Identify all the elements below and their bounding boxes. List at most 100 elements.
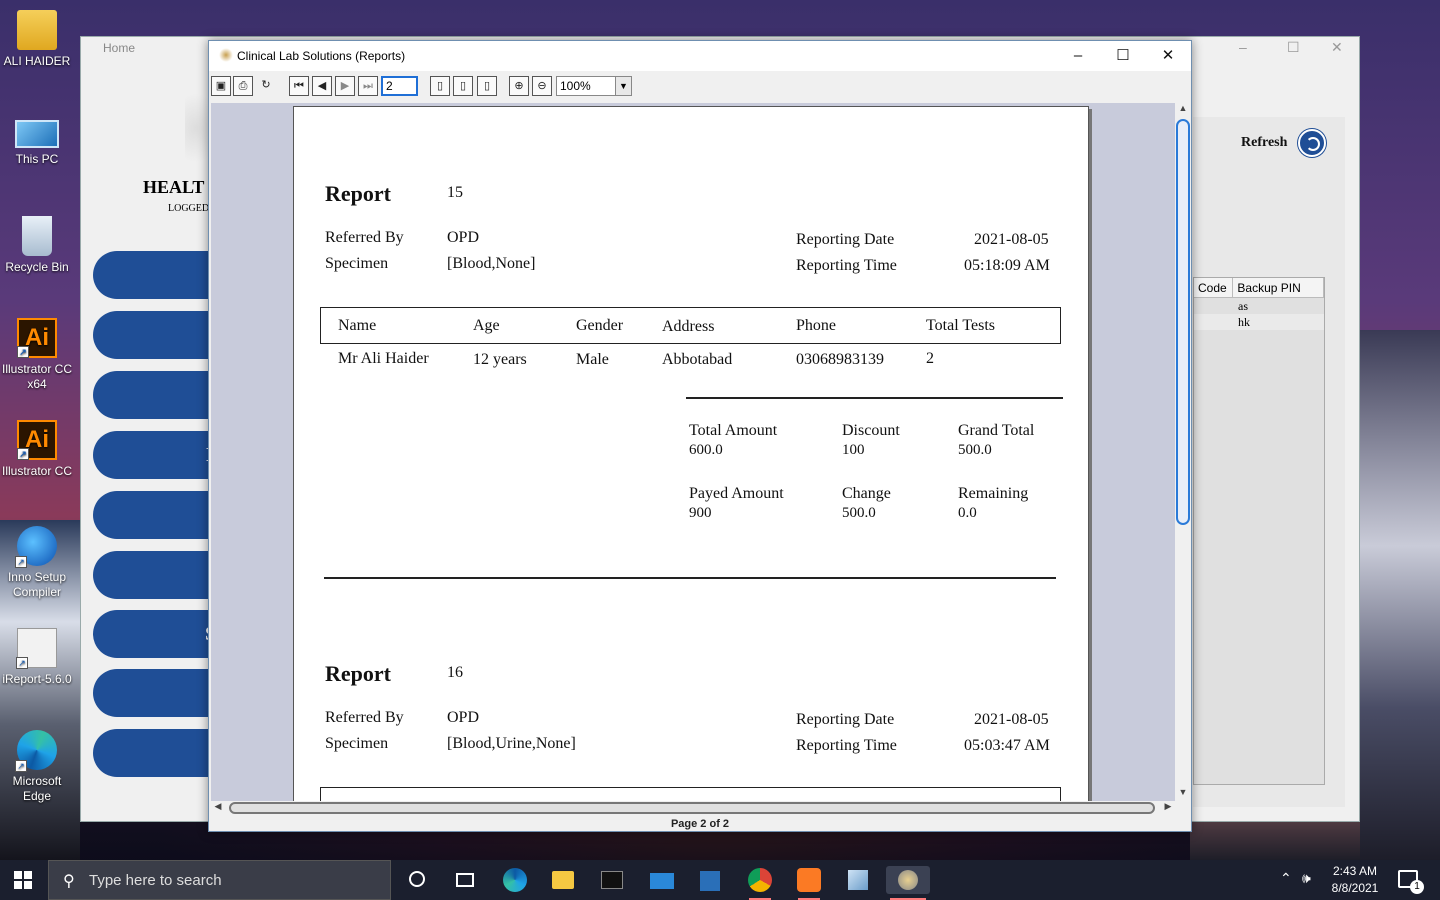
ireport-icon: ↗: [16, 628, 57, 669]
shortcut-arrow-icon: ↗: [17, 448, 29, 460]
java-app-icon[interactable]: [886, 866, 930, 900]
reload-icon[interactable]: ↻: [256, 76, 276, 96]
volume-icon[interactable]: 🕪: [1302, 870, 1311, 887]
next-page-icon[interactable]: ▶: [335, 76, 355, 96]
table-cell: [1194, 314, 1234, 330]
referred-by-value: OPD: [447, 229, 480, 246]
shortcut-arrow-icon: ↗: [17, 346, 29, 358]
store-icon[interactable]: [695, 866, 725, 894]
taskbar-search[interactable]: ⚲ Type here to search: [48, 860, 391, 900]
print-icon[interactable]: ⎙: [233, 76, 253, 96]
xampp-icon[interactable]: [794, 866, 824, 900]
scroll-thumb[interactable]: [229, 802, 1155, 814]
desktop-icon-illustrator-x64[interactable]: Ai ↗ Illustrator CC x64: [2, 318, 72, 392]
desktop-icon-recycle-bin[interactable]: Recycle Bin: [2, 216, 72, 275]
refresh-icon[interactable]: [1298, 129, 1326, 157]
grand-total-label: Grand Total: [958, 422, 1035, 439]
referred-by-label: Referred By: [325, 709, 404, 726]
desktop-icon-label: Illustrator CC: [2, 464, 73, 478]
scroll-thumb[interactable]: [1176, 119, 1190, 525]
app-icon: [219, 48, 233, 62]
notification-count: 1: [1410, 880, 1424, 894]
notification-icon[interactable]: 1: [1398, 870, 1424, 894]
horizontal-scrollbar[interactable]: ◀ ▶: [211, 801, 1175, 815]
clock[interactable]: 2:43 AM 8/8/2021: [1326, 863, 1384, 897]
column-header: Gender: [576, 317, 624, 334]
zoom-out-icon[interactable]: ⊖: [532, 76, 552, 96]
close-button[interactable]: ✕: [1145, 41, 1191, 71]
table-row[interactable]: hk: [1194, 314, 1324, 330]
total-amount-label: Total Amount: [689, 422, 778, 439]
mail-icon[interactable]: [647, 866, 677, 894]
referred-by-label: Referred By: [325, 229, 404, 246]
desktop-icon-edge[interactable]: ↗ Microsoft Edge: [2, 730, 72, 804]
inno-setup-icon: ↗: [15, 526, 57, 568]
scroll-down-icon[interactable]: ▼: [1175, 787, 1191, 801]
fit-width-icon[interactable]: ▯: [477, 76, 497, 96]
actual-size-icon[interactable]: ▯: [430, 76, 450, 96]
clock-date: 8/8/2021: [1331, 881, 1379, 895]
save-icon[interactable]: ▣: [211, 76, 231, 96]
clock-time: 2:43 AM: [1332, 864, 1378, 878]
desktop-icon-this-pc[interactable]: This PC: [2, 112, 72, 167]
minimize-icon[interactable]: –: [1239, 39, 1247, 55]
desktop: ALI HAIDER This PC Recycle Bin Ai ↗ Illus…: [0, 0, 1440, 860]
maximize-icon[interactable]: ☐: [1287, 39, 1300, 56]
desktop-icon-label: iReport-5.6.0: [2, 672, 72, 686]
zoom-in-icon[interactable]: ⊕: [509, 76, 529, 96]
remaining-label: Remaining: [958, 485, 1029, 502]
vertical-scrollbar[interactable]: ▲ ▼: [1175, 103, 1191, 801]
virtualbox-icon[interactable]: [843, 866, 873, 894]
scroll-right-icon[interactable]: ▶: [1161, 801, 1175, 815]
report-viewport[interactable]: Report 15 Referred By OPD Specimen [Bloo…: [211, 103, 1175, 801]
terminal-icon[interactable]: [597, 866, 627, 894]
windows-start-icon[interactable]: [14, 871, 32, 889]
scroll-up-icon[interactable]: ▲: [1175, 103, 1191, 117]
zoom-select[interactable]: 100% ▼: [556, 76, 632, 96]
task-view-icon[interactable]: [450, 866, 480, 894]
title-bar[interactable]: Clinical Lab Solutions (Reports) – ☐ ✕: [209, 41, 1191, 71]
chevron-down-icon[interactable]: ▼: [615, 77, 631, 95]
scroll-left-icon[interactable]: ◀: [211, 801, 225, 815]
cortana-icon[interactable]: [402, 866, 432, 894]
divider: [686, 397, 1063, 399]
edge-taskbar-icon[interactable]: [500, 866, 530, 894]
file-explorer-icon[interactable]: [548, 866, 578, 894]
reporting-time-label: Reporting Time: [796, 737, 897, 754]
refresh-label[interactable]: Refresh: [1241, 135, 1287, 151]
chevron-up-icon[interactable]: ⌃: [1280, 870, 1292, 887]
close-icon[interactable]: ✕: [1331, 39, 1343, 56]
desktop-icon-label: ALI HAIDER: [3, 54, 71, 68]
discount-label: Discount: [842, 422, 900, 439]
desktop-icon-ireport[interactable]: ↗ iReport-5.6.0: [2, 628, 72, 687]
shortcut-arrow-icon: ↗: [16, 657, 28, 669]
desktop-icon-inno-setup[interactable]: ↗ Inno Setup Compiler: [2, 526, 72, 600]
reporting-time-value: 05:03:47 AM: [964, 737, 1050, 754]
desktop-icon-ali-haider[interactable]: ALI HAIDER: [2, 10, 72, 69]
shortcut-arrow-icon: ↗: [15, 760, 27, 772]
referred-by-value: OPD: [447, 709, 480, 726]
maximize-button[interactable]: ☐: [1100, 41, 1146, 71]
taskbar: ⚲ Type here to search ⌃ 🕪 2:43 AM 8/8/20…: [0, 860, 1440, 900]
grand-total-value: 500.0: [958, 442, 992, 458]
desktop-icon-label: Illustrator CC x64: [2, 362, 73, 391]
table-row[interactable]: as: [1194, 298, 1324, 314]
specimen-value: [Blood,None]: [447, 255, 536, 272]
desktop-icon-illustrator[interactable]: Ai ↗ Illustrator CC: [2, 420, 72, 479]
last-page-icon[interactable]: ⏭: [358, 76, 378, 96]
minimize-button[interactable]: –: [1055, 41, 1101, 71]
edge-icon: ↗: [15, 730, 57, 772]
page-number-input[interactable]: 2: [381, 76, 418, 96]
user-folder-icon: [17, 10, 57, 50]
first-page-icon[interactable]: ⏮: [289, 76, 309, 96]
column-header[interactable]: Code: [1194, 278, 1234, 297]
previous-page-icon[interactable]: ◀: [312, 76, 332, 96]
desktop-icon-label: Inno Setup Compiler: [7, 570, 67, 599]
chrome-icon[interactable]: [745, 866, 775, 900]
illustrator-icon: Ai ↗: [17, 318, 57, 358]
patient-address: Abbotabad: [662, 351, 733, 368]
fit-page-icon[interactable]: ▯: [453, 76, 473, 96]
desktop-icon-label: Microsoft Edge: [12, 774, 62, 803]
column-header[interactable]: Backup PIN: [1233, 278, 1324, 297]
change-label: Change: [842, 485, 891, 502]
